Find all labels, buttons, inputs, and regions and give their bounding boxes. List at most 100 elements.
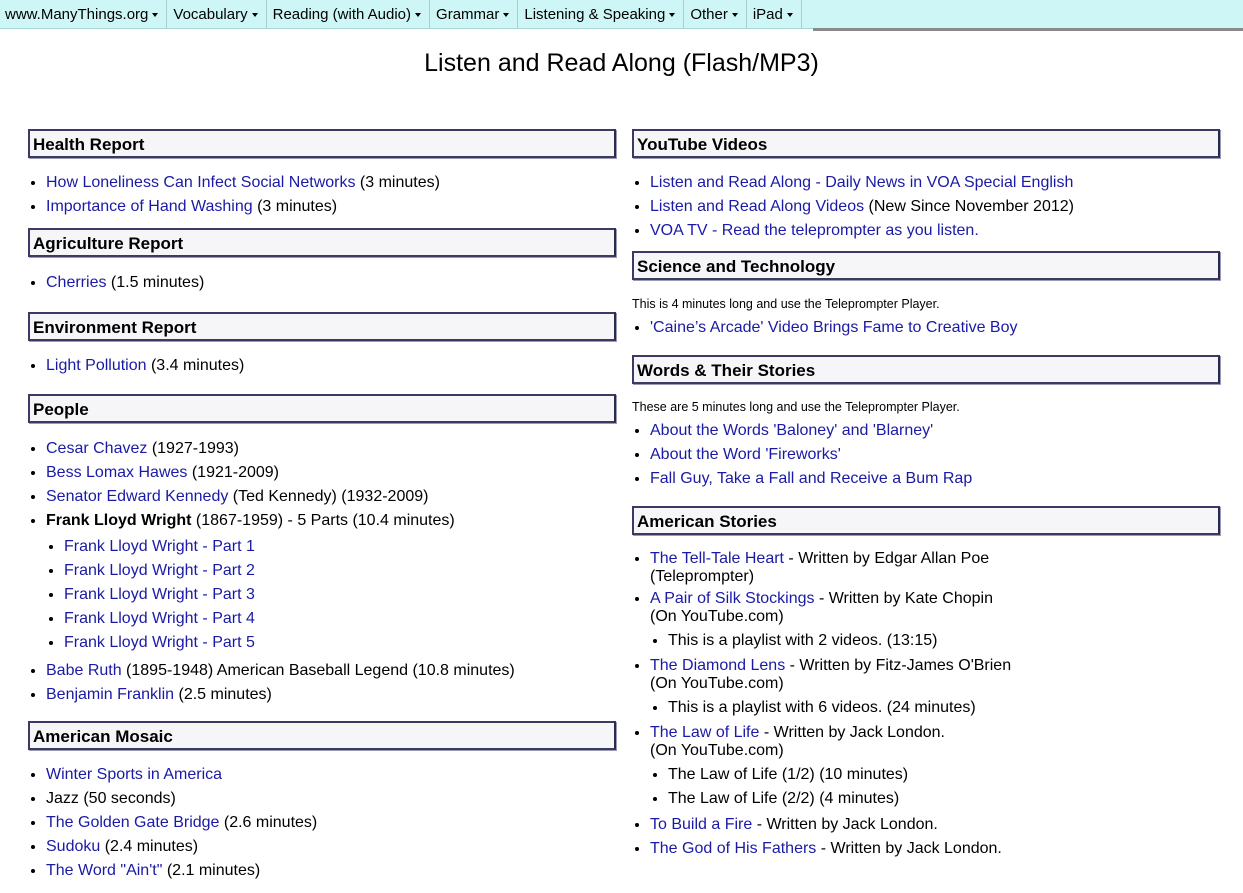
story-meta: (3 minutes): [355, 174, 440, 191]
story-link[interactable]: The Diamond Lens: [650, 657, 785, 674]
list-item: Frank Lloyd Wright - Part 1: [64, 535, 616, 559]
divider: [813, 28, 1243, 31]
story-meta: (1.5 minutes): [106, 274, 205, 291]
story-link[interactable]: A Pair of Silk Stockings: [650, 590, 815, 607]
health-list: How Loneliness Can Infect Social Network…: [28, 171, 616, 219]
video-link[interactable]: VOA TV - Read the teleprompter as you li…: [650, 222, 979, 239]
story-link[interactable]: Winter Sports in America: [46, 766, 222, 783]
section-heading-people: People: [28, 394, 616, 423]
list-item: Frank Lloyd Wright - Part 4: [64, 607, 616, 631]
section-heading-science: Science and Technology: [632, 251, 1220, 280]
section-note: These are 5 minutes long and use the Tel…: [632, 400, 960, 414]
chevron-down-icon: [731, 13, 738, 17]
person-link[interactable]: Cesar Chavez: [46, 440, 147, 457]
story-source: (On YouTube.com): [650, 742, 784, 759]
list-item: The Golden Gate Bridge (2.6 minutes): [46, 811, 616, 835]
story-link[interactable]: Importance of Hand Washing: [46, 198, 253, 215]
video-link[interactable]: Listen and Read Along Videos: [650, 198, 864, 215]
person-meta: (Ted Kennedy) (1932-2009): [228, 488, 429, 505]
story-link[interactable]: 'Caine’s Arcade' Video Brings Fame to Cr…: [650, 319, 1017, 336]
agriculture-list: Cherries (1.5 minutes): [28, 271, 616, 295]
sub-list: This is a playlist with 6 videos. (24 mi…: [650, 696, 1220, 720]
part-link[interactable]: Frank Lloyd Wright - Part 1: [64, 538, 255, 555]
story-author: - Written by Jack London.: [759, 724, 945, 741]
story-link[interactable]: The Word "Ain't": [46, 862, 162, 879]
story-link[interactable]: About the Words 'Baloney' and 'Blarney': [650, 422, 933, 439]
youtube-list: Listen and Read Along - Daily News in VO…: [632, 171, 1220, 243]
story-source: (On YouTube.com): [650, 675, 784, 692]
story-link[interactable]: How Loneliness Can Infect Social Network…: [46, 174, 355, 191]
person-link[interactable]: Bess Lomax Hawes: [46, 464, 187, 481]
section-heading-health: Health Report: [28, 129, 616, 158]
nav-item-ipad[interactable]: iPad: [747, 0, 802, 28]
list-item: The God of His Fathers - Written by Jack…: [650, 837, 1220, 861]
part-link[interactable]: Frank Lloyd Wright - Part 2: [64, 562, 255, 579]
science-list: 'Caine’s Arcade' Video Brings Fame to Cr…: [632, 316, 1220, 340]
chevron-down-icon: [786, 13, 793, 17]
sub-list: This is a playlist with 2 videos. (13:15…: [650, 629, 1220, 653]
story-link[interactable]: Light Pollution: [46, 357, 147, 374]
story-link[interactable]: About the Word 'Fireworks': [650, 446, 841, 463]
list-item: How Loneliness Can Infect Social Network…: [46, 171, 616, 195]
section-heading-mosaic: American Mosaic: [28, 721, 616, 750]
environment-list: Light Pollution (3.4 minutes): [28, 354, 616, 378]
list-item: The Diamond Lens - Written by Fitz-James…: [650, 657, 1220, 720]
list-item: Frank Lloyd Wright (1867-1959) - 5 Parts…: [46, 509, 616, 655]
video-link[interactable]: Listen and Read Along - Daily News in VO…: [650, 174, 1073, 191]
part-link[interactable]: Frank Lloyd Wright - Part 4: [64, 610, 255, 627]
story-link[interactable]: Sudoku: [46, 838, 100, 855]
person-link[interactable]: Senator Edward Kennedy: [46, 488, 228, 505]
nav-item-reading[interactable]: Reading (with Audio): [267, 0, 431, 28]
person-meta: (1927-1993): [147, 440, 239, 457]
list-item: Benjamin Franklin (2.5 minutes): [46, 683, 616, 707]
list-item: This is a playlist with 2 videos. (13:15…: [668, 629, 1220, 653]
nav-label: Reading (with Audio): [272, 5, 412, 23]
list-item: 'Caine’s Arcade' Video Brings Fame to Cr…: [650, 316, 1220, 340]
part-info: The Law of Life (1/2) (10 minutes): [668, 766, 909, 783]
nav-item-vocabulary[interactable]: Vocabulary: [167, 0, 267, 28]
list-item: Light Pollution (3.4 minutes): [46, 354, 616, 378]
person-meta: (1921-2009): [187, 464, 280, 481]
list-item: The Law of Life (2/2) (4 minutes): [668, 787, 1220, 811]
story-link[interactable]: To Build a Fire: [650, 816, 752, 833]
nav-item-other[interactable]: Other: [684, 0, 747, 28]
section-note: This is 4 minutes long and use the Telep…: [632, 297, 940, 311]
story-link[interactable]: Fall Guy, Take a Fall and Receive a Bum …: [650, 470, 972, 487]
list-item: Jazz (50 seconds): [46, 787, 616, 811]
story-link[interactable]: The God of His Fathers: [650, 840, 816, 857]
top-nav: www.ManyThings.org Vocabulary Reading (w…: [0, 0, 1243, 29]
story-link[interactable]: The Law of Life: [650, 724, 759, 741]
story-link[interactable]: The Golden Gate Bridge: [46, 814, 219, 831]
part-info: The Law of Life (2/2) (4 minutes): [668, 790, 900, 807]
part-link[interactable]: Frank Lloyd Wright - Part 3: [64, 586, 255, 603]
person-link[interactable]: Benjamin Franklin: [46, 686, 174, 703]
left-column: Health Report How Loneliness Can Infect …: [28, 129, 616, 883]
list-item: This is a playlist with 6 videos. (24 mi…: [668, 696, 1220, 720]
sub-list: The Law of Life (1/2) (10 minutes) The L…: [650, 763, 1220, 811]
story-meta: (3 minutes): [252, 198, 338, 215]
chevron-down-icon: [251, 13, 258, 17]
story-source: (Teleprompter): [650, 568, 755, 585]
story-meta: (2.4 minutes): [100, 838, 199, 855]
story-author: - Written by Edgar Allan Poe: [783, 550, 990, 567]
nav-item-listening[interactable]: Listening & Speaking: [518, 0, 685, 28]
list-item: Bess Lomax Hawes (1921-2009): [46, 461, 616, 485]
video-meta: (New Since November 2012): [864, 198, 1074, 215]
part-link[interactable]: Frank Lloyd Wright - Part 5: [64, 634, 255, 651]
person-link[interactable]: Babe Ruth: [46, 662, 122, 679]
mosaic-list: Winter Sports in America Jazz (50 second…: [28, 763, 616, 883]
person-meta: (2.5 minutes): [174, 686, 272, 703]
nav-label: www.ManyThings.org: [5, 5, 149, 23]
nav-item-manythings[interactable]: www.ManyThings.org: [0, 0, 168, 28]
story-link[interactable]: The Tell-Tale Heart: [650, 550, 784, 567]
section-heading-words: Words & Their Stories: [632, 355, 1220, 384]
stories-list: The Tell-Tale Heart - Written by Edgar A…: [632, 550, 1220, 861]
list-item: Senator Edward Kennedy (Ted Kennedy) (19…: [46, 485, 616, 509]
nav-label: iPad: [752, 5, 783, 23]
list-item: Cherries (1.5 minutes): [46, 271, 616, 295]
nav-item-grammar[interactable]: Grammar: [430, 0, 519, 28]
story-author: - Written by Jack London.: [752, 816, 938, 833]
story-text: Jazz (50 seconds): [46, 790, 176, 807]
story-link[interactable]: Cherries: [46, 274, 106, 291]
person-name: Frank Lloyd Wright: [46, 512, 192, 529]
